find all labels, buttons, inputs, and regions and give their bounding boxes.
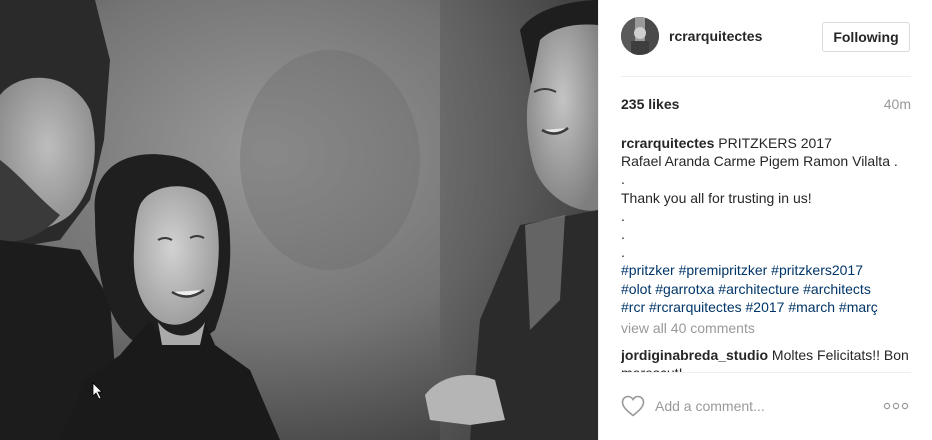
caption-dot: .: [621, 207, 625, 224]
following-button[interactable]: Following: [822, 22, 910, 52]
hashtag-link[interactable]: #pritzkers2017: [771, 262, 863, 278]
caption-dot: .: [621, 226, 625, 243]
hashtag-link[interactable]: #rcr: [621, 299, 645, 315]
hashtag-link[interactable]: #2017: [746, 299, 785, 315]
caption-title: PRITZKERS 2017: [718, 135, 832, 151]
caption-username[interactable]: rcrarquitectes: [621, 135, 714, 151]
hashtag-link[interactable]: #garrotxa: [655, 281, 714, 297]
caption-dot: .: [621, 244, 625, 261]
header-divider: [621, 76, 911, 77]
hashtag-link[interactable]: #rcrarquitectes: [649, 299, 742, 315]
comment-divider: [621, 372, 911, 373]
hashtag-link[interactable]: #olot: [621, 281, 651, 297]
post-author-username[interactable]: rcrarquitectes: [669, 28, 762, 44]
instagram-post: rcrarquitectes Following 235 likes 40m r…: [0, 0, 932, 440]
photo-image: [0, 0, 598, 440]
hashtag-line: #olot #garrotxa #architecture #architect…: [621, 280, 911, 298]
caption-names: Rafael Aranda Carme Pigem Ramon Vilalta …: [621, 153, 898, 170]
hashtag-link[interactable]: #març: [839, 299, 878, 315]
comment-username[interactable]: jordiginabreda_studio: [621, 347, 768, 363]
avatar[interactable]: [621, 17, 659, 55]
post-side-panel: rcrarquitectes Following 235 likes 40m r…: [598, 0, 932, 440]
comment-item: jordiginabreda_studio Moltes Felicitats!…: [621, 346, 911, 372]
post-header: rcrarquitectes Following: [599, 0, 932, 77]
view-all-comments-link[interactable]: view all 40 comments: [621, 320, 755, 336]
avatar-image-icon: [621, 17, 659, 55]
heart-outline-icon[interactable]: [621, 395, 645, 417]
likes-count[interactable]: 235 likes: [621, 96, 679, 112]
caption-thanks: Thank you all for trusting in us!: [621, 189, 812, 206]
caption-dot: .: [621, 171, 625, 188]
add-comment-row: [621, 380, 911, 430]
comments-list[interactable]: jordiginabreda_studio Moltes Felicitats!…: [621, 346, 911, 372]
post-photo[interactable]: [0, 0, 598, 440]
post-caption: rcrarquitectes PRITZKERS 2017 Rafael Ara…: [621, 134, 911, 316]
add-comment-input[interactable]: [655, 395, 865, 417]
more-options-icon[interactable]: [883, 400, 909, 412]
hashtag-link[interactable]: #architects: [803, 281, 871, 297]
hashtag-link[interactable]: #pritzker: [621, 262, 675, 278]
hashtag-link[interactable]: #premipritzker: [679, 262, 768, 278]
caption-line-title: rcrarquitectes PRITZKERS 2017: [621, 134, 911, 152]
post-timestamp[interactable]: 40m: [884, 96, 911, 112]
hashtag-link[interactable]: #architecture: [718, 281, 799, 297]
hashtag-link[interactable]: #march: [788, 299, 835, 315]
hashtag-line: #rcr #rcrarquitectes #2017 #march #març: [621, 298, 911, 316]
hashtag-line: #pritzker #premipritzker #pritzkers2017: [621, 261, 911, 279]
likes-row: 235 likes 40m: [621, 96, 911, 112]
